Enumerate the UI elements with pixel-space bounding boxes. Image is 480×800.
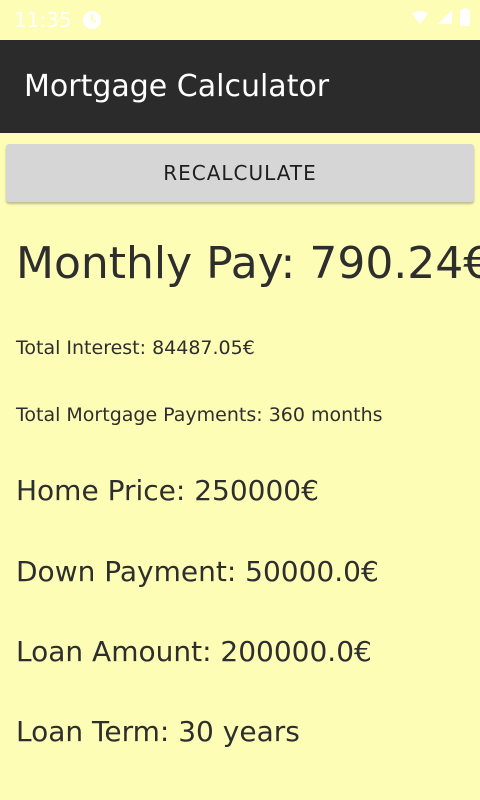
wifi-icon xyxy=(410,8,430,30)
recalculate-button[interactable]: RECALCULATE xyxy=(6,144,474,202)
total-interest: Total Interest: 84487.05€ xyxy=(16,337,255,359)
signal-icon xyxy=(436,8,454,30)
notification-circle-icon xyxy=(82,10,102,30)
home-price: Home Price: 250000€ xyxy=(16,474,319,507)
status-icons xyxy=(410,8,470,30)
app-title: Mortgage Calculator xyxy=(24,69,330,104)
battery-icon xyxy=(460,8,470,30)
app-bar: Mortgage Calculator xyxy=(0,40,480,133)
status-time: 11:35 xyxy=(14,8,72,32)
status-bar: 11:35 xyxy=(0,0,480,40)
total-mortgage-payments: Total Mortgage Payments: 360 months xyxy=(16,404,383,426)
loan-amount: Loan Amount: 200000.0€ xyxy=(16,635,372,668)
monthly-pay: Monthly Pay: 790.24€ xyxy=(16,238,480,289)
down-payment: Down Payment: 50000.0€ xyxy=(16,555,379,588)
loan-term: Loan Term: 30 years xyxy=(16,715,300,748)
